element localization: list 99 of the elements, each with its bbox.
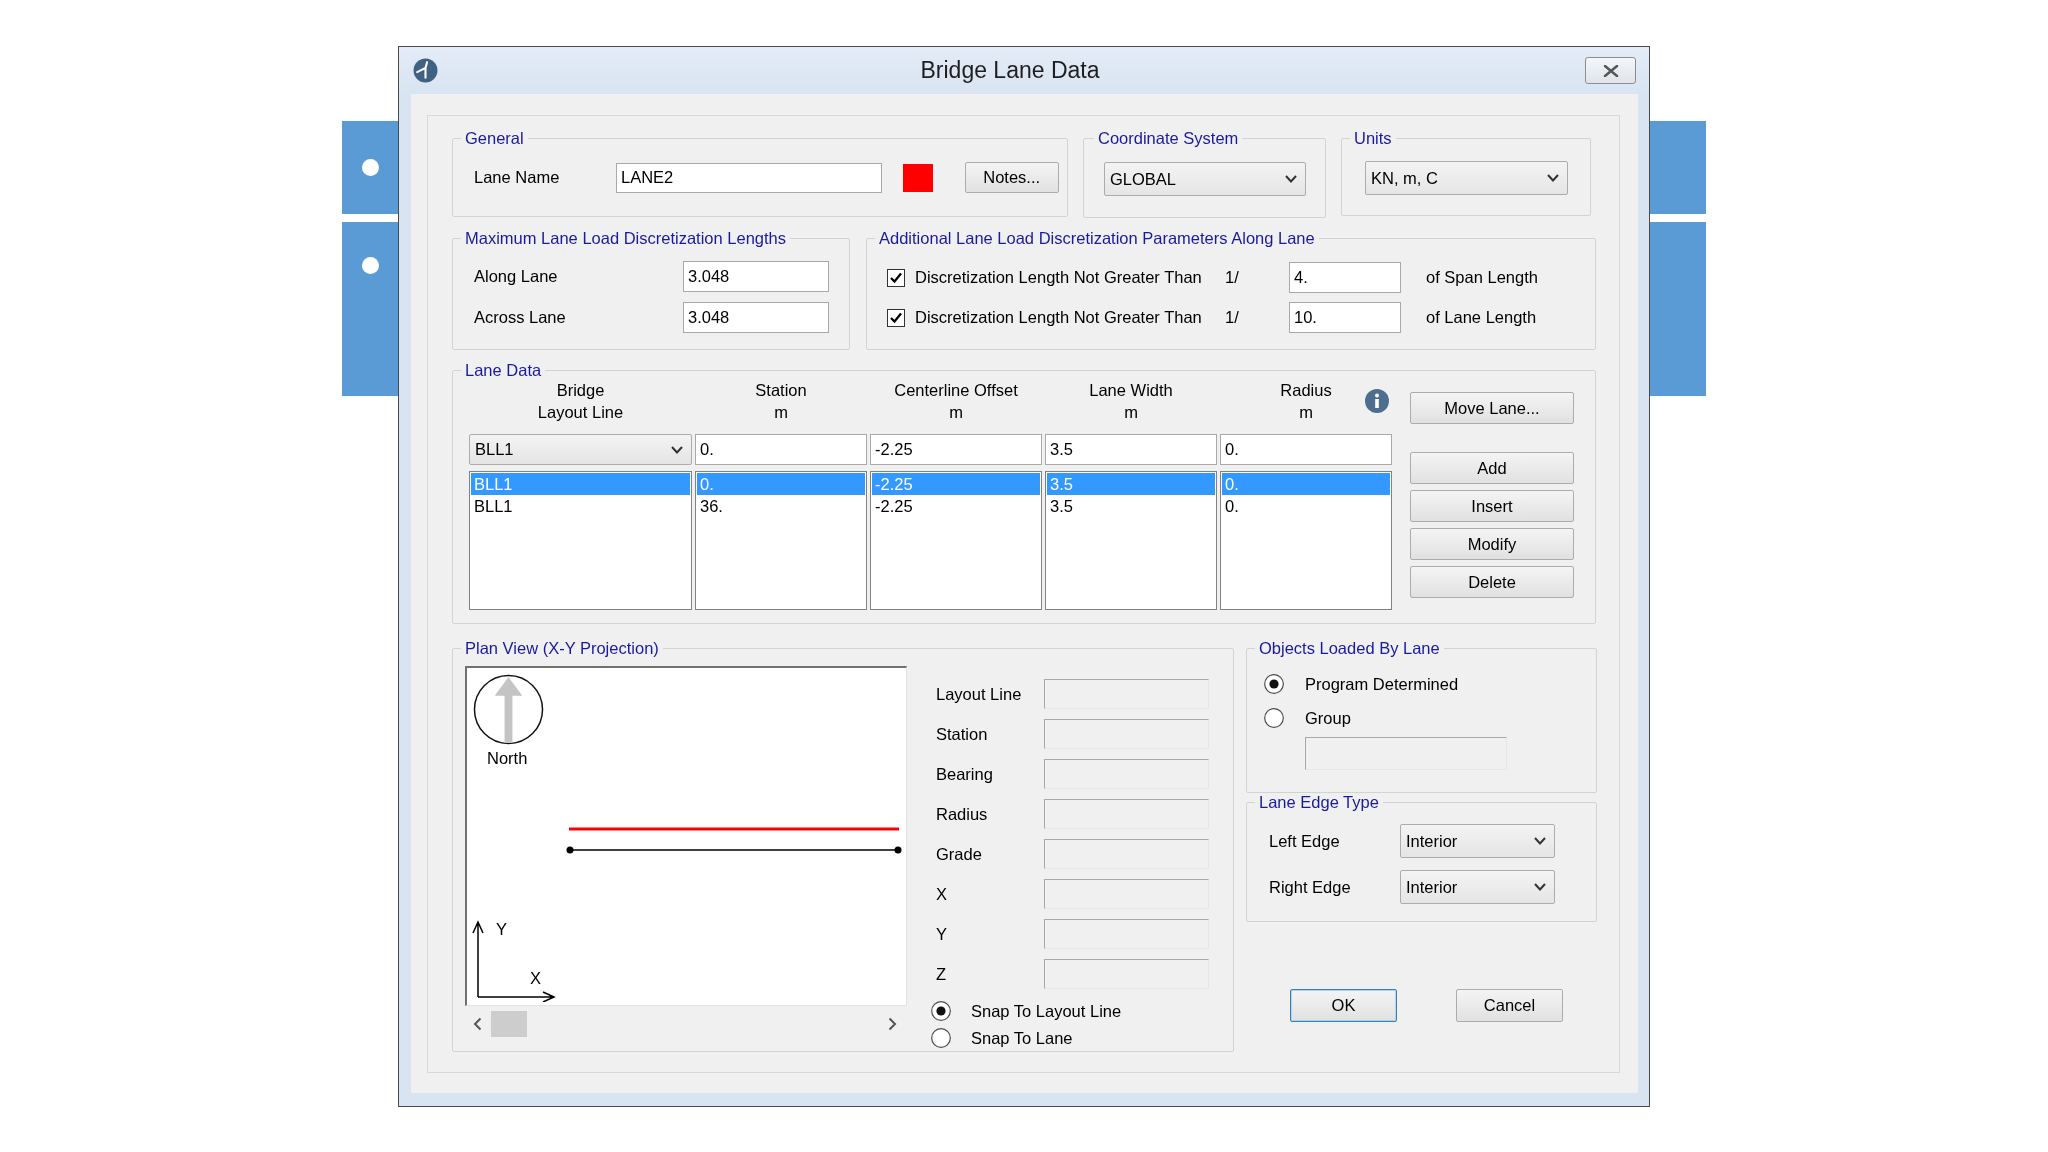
field-label: X xyxy=(936,884,947,904)
units-dropdown[interactable]: KN, m, C xyxy=(1365,161,1568,195)
edge-type-dropdown[interactable]: Interior xyxy=(1400,824,1555,858)
chevron-right-icon[interactable] xyxy=(888,1017,897,1031)
checkbox[interactable] xyxy=(887,308,905,327)
radio-button[interactable] xyxy=(931,1001,951,1021)
dialog-button[interactable]: Cancel xyxy=(1456,989,1563,1022)
field-label: Z xyxy=(936,964,947,984)
list-box[interactable]: BLL1 BLL1 xyxy=(469,471,692,610)
list-item[interactable]: BLL1 xyxy=(471,495,690,517)
divisor-field[interactable]: 10. xyxy=(1289,302,1401,333)
list-item[interactable]: 36. xyxy=(697,495,865,517)
group-title: Lane Edge Type xyxy=(1258,793,1380,811)
fraction-prefix: 1/ xyxy=(1225,308,1239,327)
coordinate-system-dropdown[interactable]: GLOBAL xyxy=(1104,162,1306,196)
action-button[interactable]: Insert xyxy=(1410,490,1574,522)
table-input-field[interactable]: 3.5 xyxy=(1045,434,1217,465)
length-field[interactable]: 3.048 xyxy=(683,302,829,333)
checkbox[interactable] xyxy=(887,268,905,287)
chevron-down-icon xyxy=(1534,883,1546,891)
radio-label: Snap To Layout Line xyxy=(971,1001,1122,1021)
group-title: Coordinate System xyxy=(1097,129,1240,147)
field-label: Grade xyxy=(936,844,982,864)
column-header: Lane Width xyxy=(1089,380,1173,401)
list-box[interactable]: 0. 0. xyxy=(1220,471,1392,610)
column-header: Bridge Layout Line xyxy=(536,380,625,423)
radio-button[interactable] xyxy=(1264,708,1284,728)
table-input-field[interactable]: -2.25 xyxy=(870,434,1042,465)
table-input-field[interactable]: 0. xyxy=(695,434,867,465)
dot-icon xyxy=(361,159,379,176)
unit-label: m xyxy=(774,402,788,423)
radio-button[interactable] xyxy=(1264,674,1284,694)
move-lane-button[interactable]: Move Lane... xyxy=(1410,392,1574,424)
list-box[interactable]: 3.5 3.5 xyxy=(1045,471,1217,610)
axis-label: Y xyxy=(496,920,507,938)
dot-icon xyxy=(361,257,379,274)
layout-line-dropdown[interactable]: BLL1 xyxy=(469,434,692,465)
column-header: Radius xyxy=(1280,380,1332,401)
close-icon xyxy=(1602,64,1619,77)
group-title: Additional Lane Load Discretization Parameters Along Lane xyxy=(878,229,1316,247)
chevron-left-icon[interactable] xyxy=(473,1017,482,1031)
lane-name-field[interactable]: LANE2 xyxy=(616,162,882,193)
edge-type-dropdown[interactable]: Interior xyxy=(1400,870,1555,904)
field-label: Lane Name xyxy=(474,168,560,187)
chevron-down-icon xyxy=(671,445,683,454)
checkbox-label: Discretization Length Not Greater Than xyxy=(915,268,1202,287)
compass-label: North xyxy=(487,748,528,768)
field-label: Across Lane xyxy=(474,308,566,327)
axes-icon xyxy=(472,920,556,1002)
list-item[interactable]: 3.5 xyxy=(1047,495,1215,517)
radio-label: Snap To Lane xyxy=(971,1028,1073,1048)
action-button[interactable]: Modify xyxy=(1410,528,1574,560)
field-label: of Lane Length xyxy=(1426,308,1537,327)
table-input-field[interactable]: 0. xyxy=(1220,434,1392,465)
unit-label: m xyxy=(949,402,963,423)
list-box[interactable]: 0. 36. xyxy=(695,471,867,610)
list-item[interactable]: -2.25 xyxy=(872,495,1040,517)
action-button[interactable]: Delete xyxy=(1410,566,1574,598)
app-logo-icon xyxy=(413,58,438,83)
radio-button[interactable] xyxy=(931,1028,951,1048)
unit-label: m xyxy=(1124,402,1138,423)
group-title: Maximum Lane Load Discretization Lengths xyxy=(464,229,787,247)
info-icon[interactable] xyxy=(1365,389,1389,413)
chevron-down-icon xyxy=(1285,175,1297,183)
color-swatch-icon[interactable] xyxy=(903,163,934,192)
field-label: Bearing xyxy=(936,764,993,784)
checkbox-label: Discretization Length Not Greater Than xyxy=(915,308,1202,327)
field-label: Right Edge xyxy=(1269,877,1351,897)
action-button[interactable]: Add xyxy=(1410,452,1574,484)
scrollbar-thumb[interactable] xyxy=(491,1011,527,1037)
list-box[interactable]: -2.25 -2.25 xyxy=(870,471,1042,610)
chevron-down-icon xyxy=(1534,837,1546,845)
group-title: General xyxy=(464,129,525,147)
radio-label: Group xyxy=(1305,708,1351,728)
field-label: Left Edge xyxy=(1269,831,1340,851)
close-button[interactable] xyxy=(1585,57,1636,84)
divisor-field[interactable]: 4. xyxy=(1289,262,1401,293)
window-title: Bridge Lane Data xyxy=(920,57,1100,84)
field-label: Along Lane xyxy=(474,267,558,286)
group-title: Units xyxy=(1353,129,1393,147)
notes-button[interactable]: Notes... xyxy=(964,162,1059,193)
column-header: Centerline Offset xyxy=(894,380,1018,401)
list-item[interactable]: 0. xyxy=(1222,495,1390,517)
group-title: Lane Data xyxy=(464,361,543,379)
field-label: Station xyxy=(936,724,988,744)
length-field[interactable]: 3.048 xyxy=(683,261,829,292)
field-label: Layout Line xyxy=(936,684,1022,704)
column-header: Station xyxy=(755,380,807,401)
field-label: Y xyxy=(936,924,947,944)
fraction-prefix: 1/ xyxy=(1225,268,1239,287)
group-title: Objects Loaded By Lane xyxy=(1258,639,1441,657)
dialog-button[interactable]: OK xyxy=(1290,989,1397,1022)
field-label: Radius xyxy=(936,804,988,824)
radio-label: Program Determined xyxy=(1305,674,1459,694)
field-label: of Span Length xyxy=(1426,268,1538,287)
axis-label: X xyxy=(530,969,541,987)
unit-label: m xyxy=(1299,402,1313,423)
chevron-down-icon xyxy=(1547,174,1559,182)
group-title: Plan View (X-Y Projection) xyxy=(464,639,660,657)
